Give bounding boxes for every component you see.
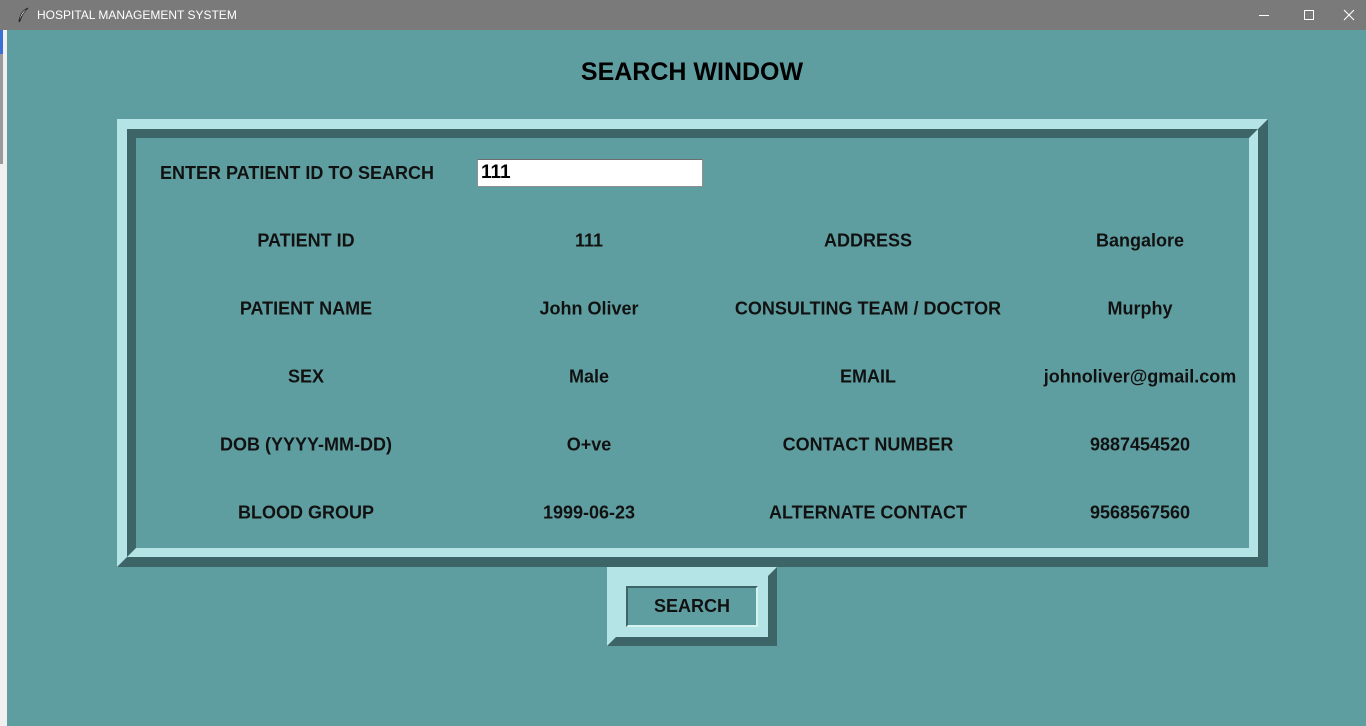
search-label: ENTER PATIENT ID TO SEARCH bbox=[160, 163, 435, 183]
label-dob: DOB (YYYY-MM-DD) bbox=[220, 434, 392, 455]
desktop-edge-accent bbox=[0, 30, 3, 54]
value-contact-number: 9887454520 bbox=[1089, 434, 1191, 455]
minimize-icon bbox=[1259, 15, 1269, 16]
value-email: johnoliver@gmail.com bbox=[1043, 366, 1237, 387]
value-consulting-doctor: Murphy bbox=[1107, 298, 1173, 319]
close-icon bbox=[1343, 9, 1354, 21]
value-alternate-contact: 9568567560 bbox=[1089, 502, 1191, 523]
details-panel-inner-border bbox=[127, 129, 1258, 557]
label-sex: SEX bbox=[287, 366, 325, 387]
maximize-icon bbox=[1304, 10, 1314, 20]
label-address: ADDRESS bbox=[823, 230, 913, 251]
maximize-button[interactable] bbox=[1286, 0, 1332, 30]
value-patient-name: John Oliver bbox=[539, 298, 639, 319]
label-email: EMAIL bbox=[840, 366, 896, 387]
label-consulting-doctor: CONSULTING TEAM / DOCTOR bbox=[734, 298, 1002, 319]
label-contact-number: CONTACT NUMBER bbox=[782, 434, 954, 455]
label-patient-name: PATIENT NAME bbox=[239, 298, 373, 319]
value-sex: Male bbox=[568, 366, 610, 387]
label-patient-id: PATIENT ID bbox=[257, 230, 355, 251]
minimize-button[interactable] bbox=[1241, 0, 1287, 30]
window-title: HOSPITAL MANAGEMENT SYSTEM bbox=[37, 8, 237, 22]
value-blood-group: 1999-06-23 bbox=[542, 502, 636, 523]
value-dob: O+ve bbox=[566, 434, 612, 455]
value-patient-id: 111 bbox=[574, 230, 604, 251]
label-blood-group: BLOOD GROUP bbox=[237, 502, 375, 523]
page-heading: SEARCH WINDOW bbox=[580, 58, 804, 86]
value-address: Bangalore bbox=[1095, 230, 1185, 251]
desktop-edge bbox=[0, 30, 7, 726]
title-bar[interactable]: HOSPITAL MANAGEMENT SYSTEM bbox=[0, 0, 1366, 30]
feather-icon bbox=[16, 7, 32, 23]
patient-id-input[interactable] bbox=[477, 159, 703, 187]
close-button[interactable] bbox=[1331, 0, 1366, 30]
search-button[interactable]: SEARCH bbox=[626, 586, 758, 627]
label-alternate-contact: ALTERNATE CONTACT bbox=[769, 502, 967, 523]
